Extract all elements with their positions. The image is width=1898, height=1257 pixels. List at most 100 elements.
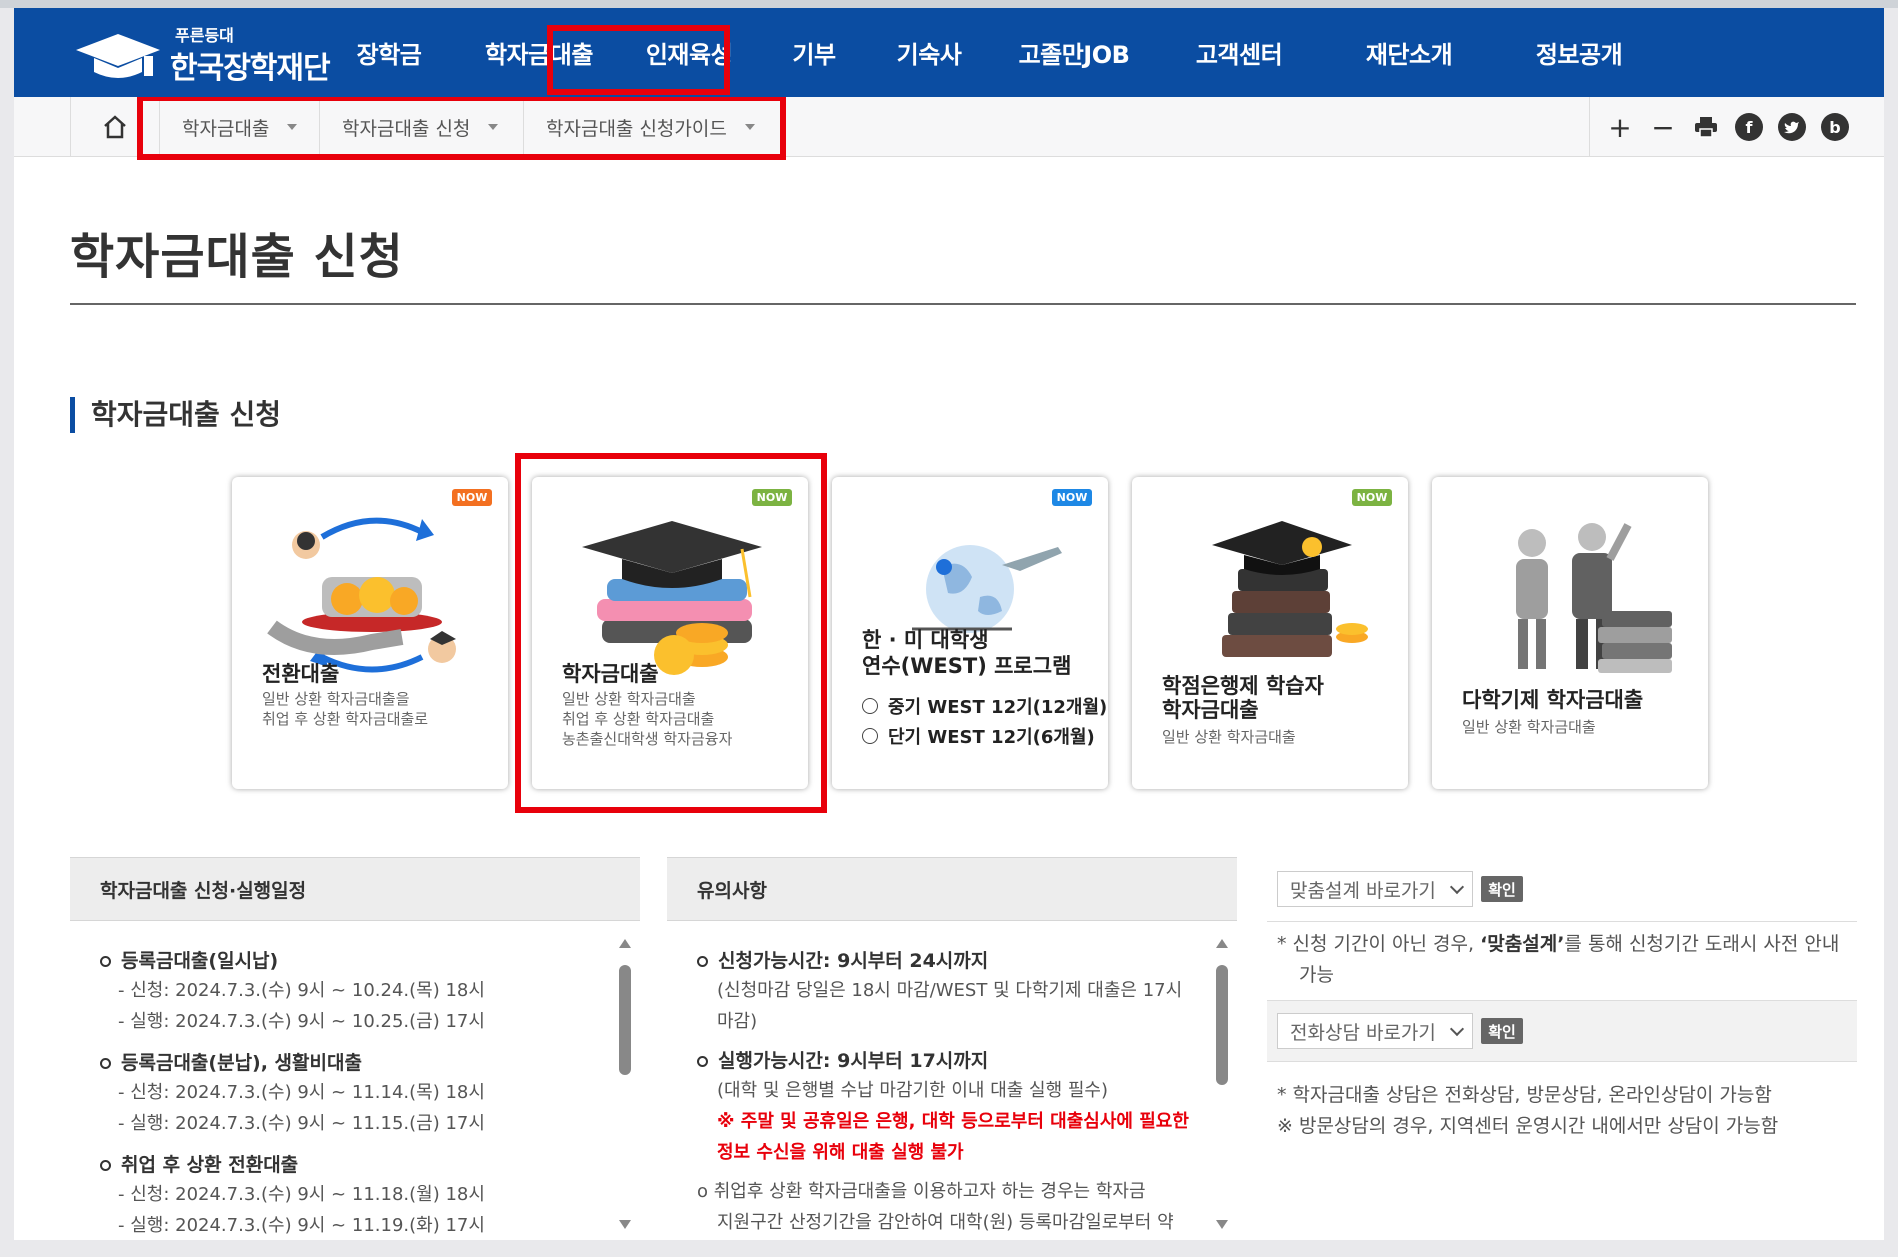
radio-button[interactable] xyxy=(862,698,878,714)
bullet-icon xyxy=(100,1057,111,1069)
confirm-button[interactable]: 확인 xyxy=(1481,876,1523,902)
chevron-down-icon xyxy=(1449,879,1465,895)
notice-item-text: (신청마감 당일은 18시 마감/WEST 및 다학기제 대출은 17시 xyxy=(717,980,1183,1001)
divider xyxy=(1589,97,1590,157)
card-multi-semester-loan[interactable]: 다학기제 학자금대출 일반 상환 학자금대출 xyxy=(1432,477,1708,789)
select-value: 전화상담 바로가기 xyxy=(1290,1021,1436,1044)
page-title: 학자금대출 신청 xyxy=(70,229,404,285)
nav-scholarship[interactable]: 장학금 xyxy=(334,8,444,97)
schedule-item-line: - 실행: 2024.7.3.(수) 9시 ~ 11.15.(금) 17시 xyxy=(118,1113,485,1134)
visit-note: ※ 방문상담의 경우, 지역센터 운영시간 내에서만 상담이 가능함 xyxy=(1277,1115,1779,1137)
nav-donation[interactable]: 기부 xyxy=(764,8,864,97)
card-west-program[interactable]: NOW 한 · 미 대학생 연수(WEST) 프로그램 중기 WEST 12기(… xyxy=(832,477,1108,789)
notice-item-2-title: 실행가능시간: 9시부터 17시까지 xyxy=(718,1050,989,1072)
notice-item-text: o 취업후 상환 학자금대출을 이용하고자 하는 경우는 학자금 xyxy=(697,1181,1146,1202)
global-nav-bar: 푸른등대 한국장학재단 장학금 학자금대출 인재육성 기부 기숙사 고졸만JOB… xyxy=(14,8,1884,97)
radio-button[interactable] xyxy=(862,728,878,744)
note-bold: ‘맞춤설계’ xyxy=(1480,933,1565,955)
notice-item-title: 신청가능시간: 9시부터 24시까지 xyxy=(697,947,1217,975)
phone-consult-shortcut: 전화상담 바로가기 확인 xyxy=(1277,1001,1523,1061)
nav-customer-center[interactable]: 고객센터 xyxy=(1164,8,1314,97)
card-title-line1: 한 · 미 대학생 xyxy=(862,628,989,652)
printer-icon xyxy=(1695,117,1717,138)
section-title: 학자금대출 신청 xyxy=(70,397,281,433)
scroll-down-icon[interactable] xyxy=(619,1220,631,1229)
blog-share-button[interactable]: b xyxy=(1821,113,1849,141)
schedule-item-line: - 신청: 2024.7.3.(수) 9시 ~ 10.24.(목) 18시 xyxy=(118,980,485,1001)
confirm-button[interactable]: 확인 xyxy=(1481,1018,1523,1044)
custom-design-select[interactable]: 맞춤설계 바로가기 xyxy=(1277,871,1473,907)
note-prefix: * 신청 기간이 아닌 경우, xyxy=(1277,933,1481,955)
card-desc-1: 일반 상환 학자금대출 xyxy=(1162,728,1296,746)
schedule-item-title: 등록금대출(일시납) xyxy=(100,947,620,975)
logo-title: 한국장학재단 xyxy=(170,51,331,86)
zoom-out-button[interactable]: − xyxy=(1649,111,1677,144)
schedule-item-title: 취업 후 상환 전환대출 xyxy=(100,1151,620,1179)
card-conversion-loan[interactable]: NOW 전환대출 일반 상환 학자금대출을 취업 후 상환 학자금대출로 xyxy=(232,477,508,789)
note-suffix: 를 통해 신청기간 도래시 사전 안내 xyxy=(1564,933,1840,955)
nav-disclosure[interactable]: 정보공개 xyxy=(1504,8,1654,97)
now-badge: NOW xyxy=(1352,489,1392,506)
schedule-item-title: 등록금대출(분납), 생활비대출 xyxy=(100,1049,620,1077)
scroll-down-icon[interactable] xyxy=(1216,1220,1228,1229)
bullet-icon xyxy=(697,1055,708,1067)
notice-warning: ※ 주말 및 공휴일은 은행, 대학 등으로부터 대출심사에 필요한 xyxy=(717,1111,1189,1132)
card-title-line2: 연수(WEST) 프로그램 xyxy=(862,654,1072,678)
twitter-share-button[interactable] xyxy=(1778,113,1806,141)
notice-item-text: 마감) xyxy=(717,1011,758,1032)
notice-scrollbar[interactable] xyxy=(1215,939,1229,1229)
nav-dormitory[interactable]: 기숙사 xyxy=(874,8,984,97)
schedule-item-1-title: 등록금대출(일시납) xyxy=(121,950,279,972)
print-button[interactable] xyxy=(1692,113,1720,141)
schedule-item-line: - 실행: 2024.7.3.(수) 9시 ~ 10.25.(금) 17시 xyxy=(118,1011,485,1032)
schedule-item-line: - 신청: 2024.7.3.(수) 9시 ~ 11.14.(목) 18시 xyxy=(118,1082,485,1103)
highlight-nav-loan xyxy=(547,25,730,95)
schedule-item-line: - 실행: 2024.7.3.(수) 9시 ~ 11.19.(화) 17시 xyxy=(118,1215,485,1236)
notice-item-title: 실행가능시간: 9시부터 17시까지 xyxy=(697,1047,1217,1075)
select-value: 맞춤설계 바로가기 xyxy=(1290,879,1436,902)
option-short-term[interactable]: 단기 WEST 12기(6개월) xyxy=(862,723,1095,749)
now-badge: NOW xyxy=(1052,489,1092,506)
schedule-item-line: - 신청: 2024.7.3.(수) 9시 ~ 11.18.(월) 18시 xyxy=(118,1184,485,1205)
notice-item-1-title: 신청가능시간: 9시부터 24시까지 xyxy=(718,950,989,972)
schedule-item-2-title: 등록금대출(분납), 생활비대출 xyxy=(121,1052,362,1074)
schedule-scrollbar[interactable] xyxy=(618,939,632,1229)
card-credit-bank-loan[interactable]: NOW 학점은행제 학습자 학자금대출 일반 상환 학자금대출 xyxy=(1132,477,1408,789)
notice-warning: 정보 수신을 위해 대출 실행 불가 xyxy=(717,1142,964,1163)
highlight-breadcrumb xyxy=(137,97,786,160)
title-divider xyxy=(70,303,1856,305)
card-title-line2: 학자금대출 xyxy=(1162,698,1259,722)
chevron-down-icon xyxy=(1449,1021,1465,1037)
schedule-list: 등록금대출(일시납) - 신청: 2024.7.3.(수) 9시 ~ 10.24… xyxy=(100,939,620,1240)
card-title-line1: 학점은행제 학습자 xyxy=(1162,674,1324,698)
students-books-icon xyxy=(1516,523,1672,673)
globe-airplane-icon xyxy=(912,545,1062,633)
highlight-student-loan-card xyxy=(515,453,827,813)
card-title: 다학기제 학자금대출 xyxy=(1462,688,1644,712)
notice-panel: 유의사항 신청가능시간: 9시부터 24시까지 (신청마감 당일은 18시 마감… xyxy=(667,857,1237,1240)
nav-highschool-job[interactable]: 고졸만JOB xyxy=(994,8,1154,97)
home-icon xyxy=(104,115,126,139)
bullet-icon xyxy=(697,955,708,967)
zoom-in-button[interactable]: + xyxy=(1606,111,1634,144)
notice-list: 신청가능시간: 9시부터 24시까지 (신청마감 당일은 18시 마감/WEST… xyxy=(697,939,1217,1238)
option-label: 단기 WEST 12기(6개월) xyxy=(888,727,1095,748)
consult-note: * 학자금대출 상담은 전화상담, 방문상담, 온라인상담이 가능함 xyxy=(1277,1084,1772,1106)
divider xyxy=(1267,921,1857,922)
option-mid-term[interactable]: 중기 WEST 12기(12개월) xyxy=(862,693,1107,719)
scroll-up-icon[interactable] xyxy=(619,939,631,948)
custom-design-note: * 신청 기간이 아닌 경우, ‘맞춤설계’를 통해 신청기간 도래시 사전 안… xyxy=(1277,929,1839,960)
facebook-share-button[interactable]: f xyxy=(1735,113,1763,141)
scroll-thumb[interactable] xyxy=(619,965,631,1075)
card-title: 전환대출 xyxy=(262,662,340,686)
scroll-up-icon[interactable] xyxy=(1216,939,1228,948)
now-badge: NOW xyxy=(452,489,492,506)
notice-item-text: 지원구간 산정기간을 감안하여 대학(원) 등록마감일로부터 약 xyxy=(717,1212,1174,1233)
scroll-thumb[interactable] xyxy=(1216,965,1228,1085)
twitter-bird-icon xyxy=(1784,121,1799,134)
custom-design-shortcut: 맞춤설계 바로가기 확인 xyxy=(1277,859,1523,919)
schedule-panel-header: 학자금대출 신청·실행일정 xyxy=(70,857,640,921)
phone-consult-select[interactable]: 전화상담 바로가기 xyxy=(1277,1013,1473,1049)
shortcut-panel: 맞춤설계 바로가기 확인 * 신청 기간이 아닌 경우, ‘맞춤설계’를 통해 … xyxy=(1267,857,1857,1240)
nav-about[interactable]: 재단소개 xyxy=(1334,8,1484,97)
